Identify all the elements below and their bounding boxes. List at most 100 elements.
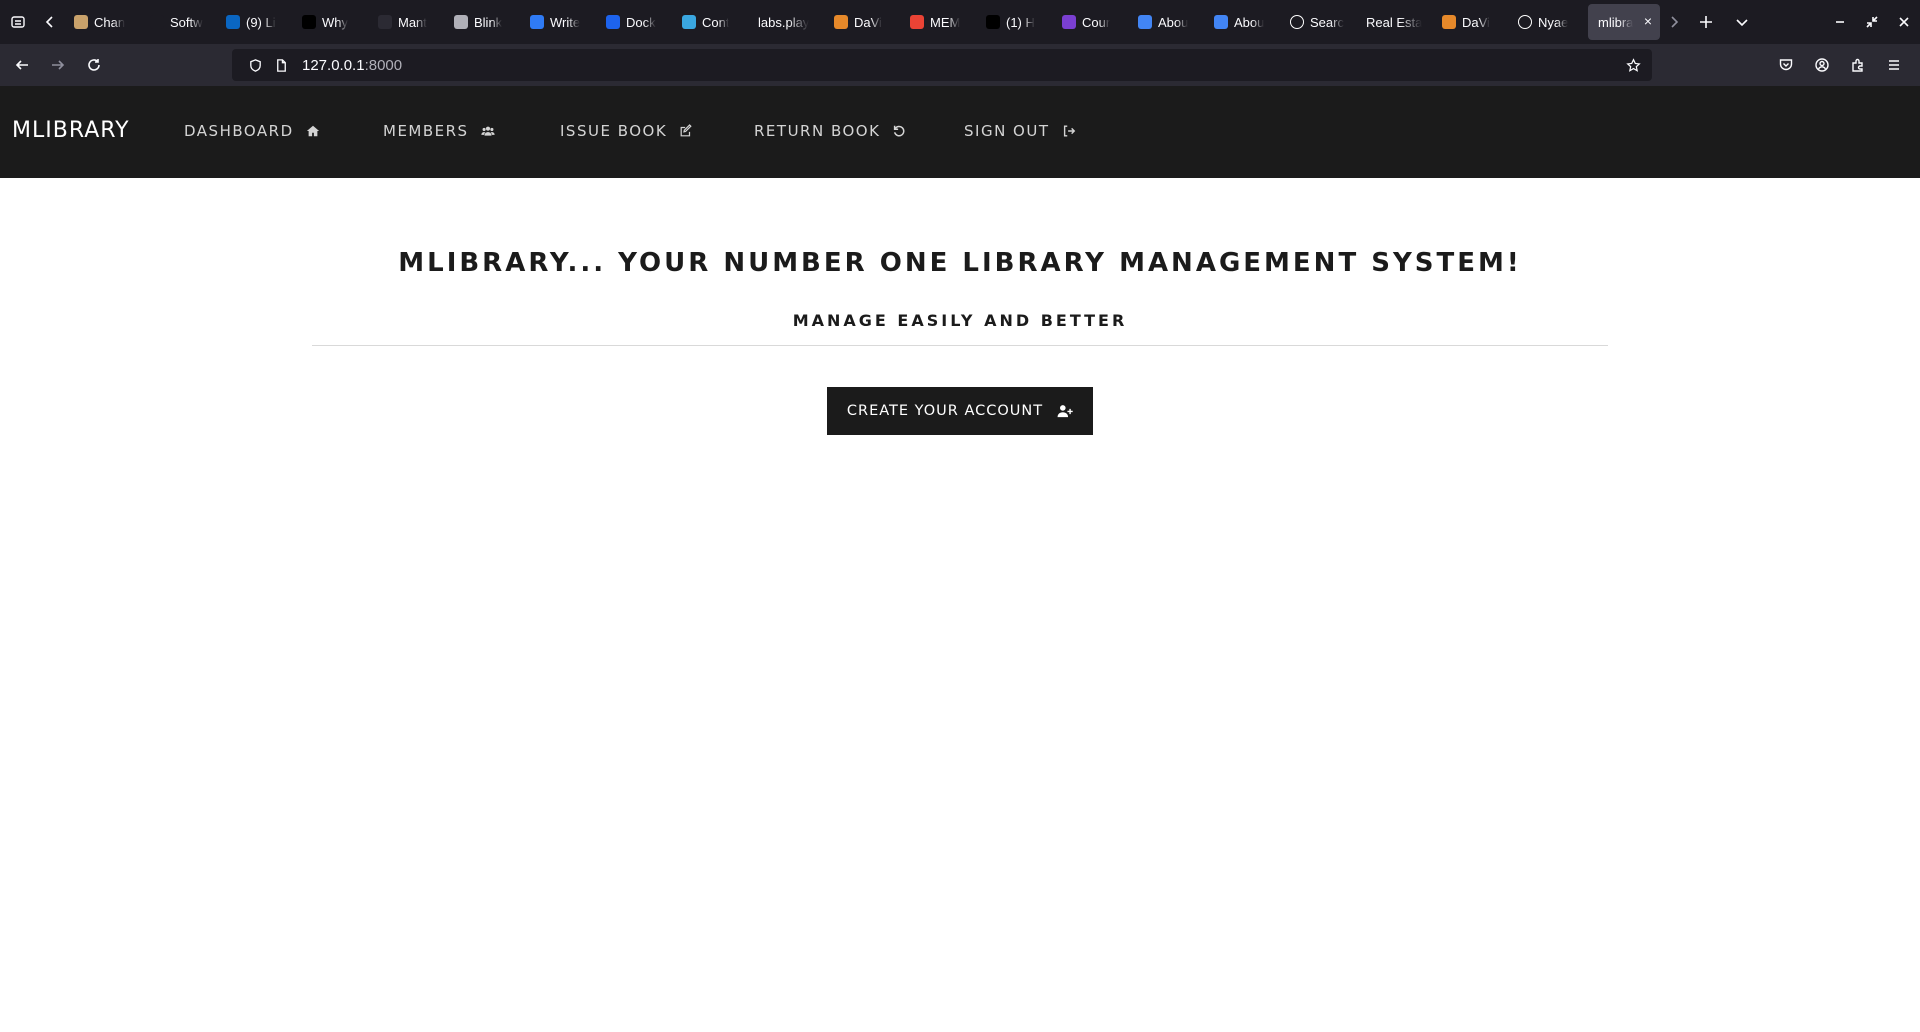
browser-tab[interactable]: DaVi — [1432, 4, 1508, 40]
url-host: 127.0.0.1 — [302, 56, 365, 74]
browser-tab[interactable]: Mant — [368, 4, 444, 40]
squarespace-icon — [1290, 15, 1304, 29]
active-tab-label: mlibra — [1598, 14, 1634, 30]
sign-out-icon — [1062, 124, 1076, 138]
site-header: MLIBRARY DASHBOARD MEMBERS ISSUE BOOK RE… — [0, 86, 1920, 178]
nav-return-book[interactable]: RETURN BOOK — [754, 122, 906, 140]
browser-tab[interactable]: Dock — [596, 4, 672, 40]
list-all-tabs-icon[interactable] — [1724, 0, 1760, 44]
back-icon[interactable] — [4, 44, 40, 86]
user-plus-icon — [1057, 404, 1073, 418]
browser-tab-label: (9) Li — [246, 14, 276, 30]
scroll-tabs-right-icon[interactable] — [1660, 0, 1688, 44]
tab-list: Chan Softw (9) Li Why Mant Blink Write Dock Cont… — [64, 0, 1584, 44]
browser-tab[interactable]: Abou — [1128, 4, 1204, 40]
home-icon — [306, 124, 320, 138]
browser-tab[interactable]: (9) Li — [216, 4, 292, 40]
browser-tab-label: Why — [322, 14, 348, 30]
undo-icon — [892, 124, 906, 138]
browser-tab[interactable]: MEM — [900, 4, 976, 40]
edit-icon — [679, 124, 693, 138]
create-account-button[interactable]: CREATE YOUR ACCOUNT — [827, 387, 1093, 435]
nav-dashboard-label: DASHBOARD — [184, 122, 294, 140]
close-window-icon[interactable] — [1888, 0, 1920, 44]
browser-tab[interactable]: Searc — [1280, 4, 1356, 40]
docker-icon — [606, 15, 620, 29]
browser-tab-label: Searc — [1310, 14, 1344, 30]
dark-circle-icon — [378, 15, 392, 29]
browser-tab[interactable]: labs.play — [748, 4, 824, 40]
nav-issue-book[interactable]: ISSUE BOOK — [560, 122, 693, 140]
browser-tab[interactable]: Cour — [1052, 4, 1128, 40]
pocket-icon[interactable] — [1768, 44, 1804, 86]
shield-icon[interactable] — [242, 49, 268, 81]
tab-manager-icon[interactable] — [0, 0, 36, 44]
coursera-icon — [1062, 15, 1076, 29]
url-text[interactable]: 127.0.0.1:8000 — [302, 57, 402, 74]
browser-tab-strip: Chan Softw (9) Li Why Mant Blink Write Dock Cont… — [0, 0, 1920, 44]
browser-tab-label: Blink — [474, 14, 503, 30]
browser-tab-label: DaVi — [1462, 14, 1490, 30]
google-icon — [1138, 15, 1152, 29]
url-port: :8000 — [364, 56, 403, 74]
browser-tab-label: Dock — [626, 14, 656, 30]
nav-return-book-label: RETURN BOOK — [754, 122, 881, 140]
browser-tab-label: Real Esta — [1366, 14, 1423, 30]
page-icon[interactable] — [268, 49, 294, 81]
browser-tab-label: Nyae — [1538, 14, 1569, 30]
extensions-icon[interactable] — [1840, 44, 1876, 86]
davinci-icon — [1442, 15, 1456, 29]
e-icon — [150, 15, 164, 29]
nav-sign-out[interactable]: SIGN OUT — [964, 122, 1076, 140]
browser-tab[interactable]: Chan — [64, 4, 140, 40]
google-icon — [1214, 15, 1228, 29]
browser-tab[interactable]: Why — [292, 4, 368, 40]
browser-tab-label: Softw — [170, 14, 203, 30]
scroll-tabs-left-icon[interactable] — [36, 0, 64, 44]
restore-icon[interactable] — [1856, 0, 1888, 44]
davinci-icon — [834, 15, 848, 29]
browser-tab-label: labs.play — [758, 14, 810, 30]
menu-icon[interactable] — [1876, 44, 1912, 86]
browser-tab-label: Mant — [398, 14, 427, 30]
nav-members[interactable]: MEMBERS — [383, 122, 495, 140]
browser-tab[interactable]: Real Esta — [1356, 4, 1432, 40]
gmail-icon — [910, 15, 924, 29]
forward-icon[interactable] — [40, 44, 76, 86]
main-content: MLIBRARY... YOUR NUMBER ONE LIBRARY MANA… — [0, 178, 1920, 1032]
nav-sign-out-label: SIGN OUT — [964, 122, 1050, 140]
spiral-icon — [530, 15, 544, 29]
minimize-icon[interactable] — [1824, 0, 1856, 44]
reload-icon[interactable] — [76, 44, 112, 86]
browser-tab[interactable]: Cont — [672, 4, 748, 40]
bookmark-star-icon[interactable] — [1620, 49, 1646, 81]
account-icon[interactable] — [1804, 44, 1840, 86]
nav-members-label: MEMBERS — [383, 122, 469, 140]
browser-tab-label: Abou — [1158, 14, 1189, 30]
browser-tab[interactable]: Abou — [1204, 4, 1280, 40]
robot-icon — [74, 15, 88, 29]
browser-tab-label: DaVi — [854, 14, 882, 30]
url-bar[interactable]: 127.0.0.1:8000 — [232, 49, 1652, 81]
nav-dashboard[interactable]: DASHBOARD — [184, 122, 320, 140]
divider — [312, 345, 1608, 346]
create-account-label: CREATE YOUR ACCOUNT — [846, 403, 1044, 419]
new-tab-icon[interactable] — [1688, 0, 1724, 44]
close-tab-icon[interactable]: × — [1644, 14, 1652, 28]
users-icon — [480, 124, 495, 138]
browser-tab-label: Write — [550, 14, 581, 30]
active-tab[interactable]: mlibra × — [1588, 4, 1660, 40]
browser-tab[interactable]: (1) H — [976, 4, 1052, 40]
hero-subtitle: MANAGE EASILY AND BETTER — [792, 311, 1128, 330]
browser-tab[interactable]: Write — [520, 4, 596, 40]
browser-tab[interactable]: DaVi — [824, 4, 900, 40]
brand-logo[interactable]: MLIBRARY — [12, 118, 130, 143]
browser-tab-label: Cour — [1082, 14, 1111, 30]
browser-tab[interactable]: Nyae — [1508, 4, 1584, 40]
browser-tab-label: Chan — [94, 14, 126, 30]
github-icon — [1518, 15, 1532, 29]
browser-tab-label: Cont — [702, 14, 730, 30]
browser-tab-label: Abou — [1234, 14, 1265, 30]
browser-tab[interactable]: Softw — [140, 4, 216, 40]
browser-tab[interactable]: Blink — [444, 4, 520, 40]
